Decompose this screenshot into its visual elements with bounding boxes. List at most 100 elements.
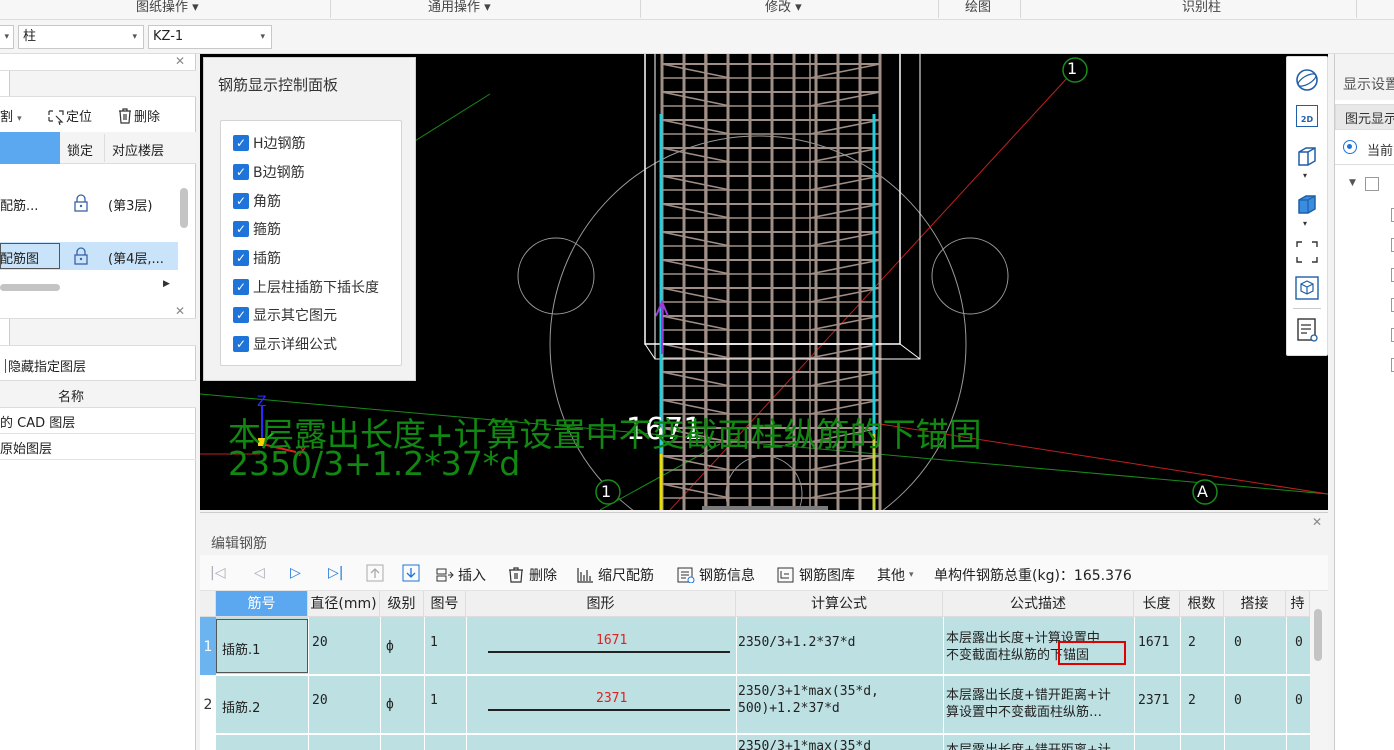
checkbox-checked-icon[interactable]: ✓ [233,279,249,295]
cell-figure-no[interactable]: 1 [430,693,438,708]
chevron-down-icon[interactable]: ▾ [1303,219,1307,228]
cell-lap[interactable]: 0 [1234,693,1242,708]
delete-button[interactable]: 删除 [116,106,160,125]
cell-formula-line1[interactable]: 2350/3+1*max(35*d, [738,684,879,699]
column-header-lap[interactable]: 搭接 [1224,591,1286,617]
column-header-figure-no[interactable]: 图号 [424,591,466,617]
option-b-side-rebar[interactable]: ✓ B边钢筋 [233,161,305,183]
horizontal-scrollbar[interactable] [0,284,60,291]
panel-tab[interactable] [0,71,10,96]
category-select[interactable]: 柱 ▾ [18,25,144,49]
drawing-row-name[interactable]: 配筋... [0,195,38,214]
vertical-scrollbar[interactable] [1314,609,1322,661]
cell-count[interactable]: 2 [1188,635,1196,650]
cell-formula-line1[interactable]: 2350/3+1*max(35*d [738,739,871,750]
scale-rebar-button[interactable]: 缩尺配筋 [576,565,654,585]
delete-button[interactable]: 删除 [507,565,557,585]
tree-expand-icon[interactable]: ▼ [1349,178,1356,188]
column-header-formula[interactable]: 计算公式 [736,591,943,617]
cell-grade[interactable]: ф [386,697,394,712]
close-icon[interactable]: ✕ [175,54,185,68]
checkbox-checked-icon[interactable]: ✓ [233,193,249,209]
rebar-info-button[interactable]: 钢筋信息 [677,565,755,585]
tree-checkbox[interactable] [1365,177,1379,191]
cell-length[interactable]: 2371 [1138,693,1169,708]
sphere-view-icon[interactable] [1294,67,1320,93]
split-button[interactable]: 割 ▾ [0,106,22,125]
cell-grade[interactable]: ф [386,639,394,654]
cell-length[interactable]: 1671 [1138,635,1169,650]
drawing-row-name[interactable]: 配筋图 [0,248,39,267]
element-select[interactable]: KZ-1 ▾ [148,25,272,49]
option-corner-rebar[interactable]: ✓ 角筋 [233,190,281,212]
option-stirrup[interactable]: ✓ 箍筋 [233,218,281,240]
solid-cube-icon[interactable] [1294,191,1320,217]
grid-header-selected[interactable] [0,132,60,164]
column-header-floor[interactable]: 对应楼层 [112,140,164,159]
move-down-icon[interactable] [402,564,420,582]
radio-current[interactable] [1343,140,1357,154]
checkbox-checked-icon[interactable]: ✓ [233,250,249,266]
ribbon-group-drawing-ops[interactable]: 图纸操作 ▾ [136,0,199,15]
ribbon-group-modify[interactable]: 修改 ▾ [765,0,802,15]
last-record-icon[interactable]: ▷| [328,565,343,581]
column-header-length[interactable]: 长度 [1134,591,1180,617]
checkbox-checked-icon[interactable]: ✓ [233,336,249,352]
vertical-scrollbar[interactable] [180,188,188,228]
other-menu[interactable]: 其他 ▾ [877,565,914,585]
move-up-icon[interactable] [366,564,384,582]
cell-extra[interactable]: 0 [1295,693,1303,708]
checkbox-checked-icon[interactable]: ✓ [233,164,249,180]
cell-diameter[interactable]: 20 [312,635,328,650]
cell-shape-value[interactable]: 2371 [596,691,627,706]
option-upper-dowel-length[interactable]: ✓ 上层柱插筋下插长度 [233,276,379,298]
lock-icon[interactable] [72,247,90,265]
3d-box-icon[interactable] [1294,275,1320,301]
cell-desc-line2[interactable]: 算设置中不变截面柱纵筋… [946,701,1102,720]
column-header-lock[interactable]: 锁定 [67,140,93,159]
column-header-rebar-no[interactable]: 筋号 [216,591,308,617]
locate-button[interactable]: 定位 [46,106,92,125]
panel-tab[interactable] [0,319,10,345]
cube-view-icon[interactable] [1294,143,1320,169]
hide-specified-layer-button[interactable]: 隐藏指定图层 [0,356,86,375]
cell-rebar-name[interactable]: 插筋.1 [222,639,260,658]
fullscreen-icon[interactable] [1294,239,1320,265]
option-h-side-rebar[interactable]: ✓ H边钢筋 [233,132,306,154]
option-show-detailed-formula[interactable]: ✓ 显示详细公式 [233,333,337,355]
prev-record-icon[interactable]: ◁ [254,565,265,581]
close-icon[interactable]: ✕ [175,304,185,318]
2d-view-icon[interactable]: 2D [1296,105,1318,127]
cell-count[interactable]: 2 [1188,693,1196,708]
checkbox-checked-icon[interactable]: ✓ [233,135,249,151]
column-header-grade[interactable]: 级别 [380,591,424,617]
cell-rebar-name[interactable]: 插筋.2 [222,697,260,716]
cell-shape-value[interactable]: 1671 [596,633,627,648]
ribbon-group-general-ops[interactable]: 通用操作 ▾ [428,0,491,15]
option-show-other-elements[interactable]: ✓ 显示其它图元 [233,304,337,326]
cell-diameter[interactable]: 20 [312,693,328,708]
column-header-formula-desc[interactable]: 公式描述 [943,591,1134,617]
layer-row-cad[interactable]: 的 CAD 图层 [0,412,75,431]
chevron-down-icon[interactable]: ▾ [1303,171,1307,180]
ribbon-group-identify-column[interactable]: 识别柱 [1182,0,1221,15]
layer-row-original[interactable]: 原始图层 [0,438,52,457]
insert-button[interactable]: 插入 [436,565,486,585]
cell-extra[interactable]: 0 [1295,635,1303,650]
column-header-diameter[interactable]: 直径(mm) [308,591,380,617]
cell-figure-no[interactable]: 1 [430,635,438,650]
list-settings-icon[interactable] [1294,317,1320,343]
scroll-right-arrow-icon[interactable]: ▶ [163,279,170,289]
floor-select[interactable]: ▾ [0,25,14,49]
column-header-extra[interactable]: 持 [1286,591,1310,617]
checkbox-checked-icon[interactable]: ✓ [233,221,249,237]
column-header-name[interactable]: 名称 [58,386,84,405]
cell-desc-line1[interactable]: 本层露出长度+错开距离+计 [946,739,1111,750]
next-record-icon[interactable]: ▷ [290,565,301,581]
checkbox-checked-icon[interactable]: ✓ [233,307,249,323]
lock-icon[interactable] [72,194,90,212]
ribbon-group-draw[interactable]: 绘图 [965,0,991,15]
cell-lap[interactable]: 0 [1234,635,1242,650]
cell-formula-line2[interactable]: 500)+1.2*37*d [738,701,840,716]
cell-formula[interactable]: 2350/3+1.2*37*d [738,635,855,650]
